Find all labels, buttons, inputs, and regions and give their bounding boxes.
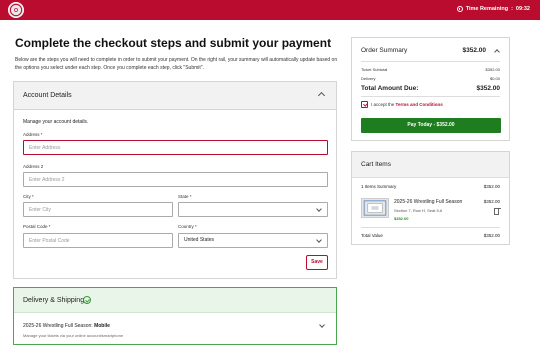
delivery-fee-value: $0.00	[489, 76, 500, 81]
chevron-down-icon[interactable]	[319, 322, 325, 328]
delivery-item: 2025-26 Wrestling Full Season: Mobile	[23, 323, 110, 329]
terms-link[interactable]: Terms and Conditions	[396, 102, 443, 107]
postal-code-label: Postal Code *	[23, 224, 51, 229]
total-due-label: Total Amount Due:	[361, 85, 419, 92]
divider	[361, 96, 500, 97]
delivery-shipping-title: Delivery & Shipping	[23, 297, 85, 304]
total-due-value: $352.00	[476, 85, 501, 92]
delivery-shipping-card: Delivery & Shipping 2025-26 Wrestling Fu…	[13, 287, 337, 345]
cart-item-seat: Section 7, Row H, Seat 5-6	[394, 208, 443, 213]
order-summary-title: Order Summary	[361, 47, 408, 54]
page-title: Complete the checkout steps and submit y…	[15, 36, 332, 50]
items-summary-value: $352.00	[483, 184, 500, 189]
city-label: City *	[23, 194, 34, 199]
chevron-down-icon	[316, 237, 322, 243]
delivery-item-prefix: 2025-26 Wrestling Full Season:	[23, 323, 93, 329]
country-select[interactable]: United States	[178, 233, 328, 248]
save-button[interactable]: Save	[306, 255, 328, 270]
state-select[interactable]	[178, 202, 328, 217]
ticket-subtotal-label: Ticket Subtotal	[361, 67, 388, 72]
clock-icon	[456, 6, 463, 12]
terms-prefix: I accept the	[371, 102, 395, 107]
ohio-state-logo-icon[interactable]: O	[8, 2, 24, 18]
city-input[interactable]	[23, 202, 173, 217]
cart-items-card: Cart Items 1 Items Summary $352.00 2025-…	[351, 151, 510, 245]
check-circle-icon	[83, 296, 91, 304]
cart-item-name: 2025-26 Wrestling Full Season	[394, 199, 463, 205]
total-value-amount: $352.00	[483, 233, 500, 238]
address-input[interactable]	[23, 140, 328, 155]
address2-label: Address 2	[23, 164, 44, 169]
address2-input[interactable]	[23, 172, 328, 187]
account-details-card: Account Details Manage your account deta…	[13, 81, 337, 279]
cart-item-amount: $352.00	[483, 199, 500, 204]
timer-value: 09:32	[515, 6, 530, 12]
arena-thumbnail-icon	[361, 198, 389, 218]
country-value: United States	[184, 237, 215, 243]
total-value-label: Total Value	[361, 233, 383, 238]
page-intro: Below are the steps you will need to com…	[15, 57, 338, 71]
order-summary-total: $352.00	[462, 47, 487, 54]
state-label: State *	[178, 194, 192, 199]
pay-today-button[interactable]: Pay Today - $352.00	[361, 118, 501, 133]
trash-icon[interactable]	[493, 207, 501, 215]
delivery-item-sub: Manage your tickets via your online acco…	[23, 333, 124, 338]
divider	[361, 227, 500, 228]
delivery-fee-label: Delivery	[361, 76, 376, 81]
timer-label: Time Remaining	[465, 6, 509, 12]
address-label: Address *	[23, 132, 43, 137]
time-remaining: Time Remaining: 09:32	[456, 6, 530, 12]
account-manage-text: Manage your account details.	[23, 119, 89, 125]
account-details-title: Account Details	[23, 92, 72, 99]
terms-text: I accept the Terms and Conditions	[371, 102, 443, 107]
chevron-up-icon[interactable]	[317, 91, 326, 100]
chevron-down-icon	[316, 206, 322, 212]
divider	[361, 61, 500, 62]
top-bar: O Time Remaining: 09:32	[0, 0, 540, 20]
country-label: Country *	[178, 224, 197, 229]
cart-items-title: Cart Items	[361, 161, 391, 168]
delivery-method: Mobile	[94, 323, 110, 329]
items-summary-label: 1 Items Summary	[361, 184, 397, 189]
postal-code-input[interactable]	[23, 233, 173, 248]
svg-text:O: O	[14, 8, 18, 14]
order-summary-card: Order Summary $352.00 Ticket Subtotal $3…	[351, 37, 510, 141]
cart-items-header: Cart Items	[352, 152, 509, 178]
account-details-header[interactable]: Account Details	[14, 82, 336, 110]
terms-checkbox[interactable]	[361, 101, 368, 108]
ticket-subtotal-value: $352.00	[485, 67, 500, 72]
cart-item-price: $352.00	[394, 216, 409, 221]
chevron-up-icon[interactable]	[494, 49, 500, 55]
delivery-shipping-header[interactable]: Delivery & Shipping	[14, 288, 336, 313]
